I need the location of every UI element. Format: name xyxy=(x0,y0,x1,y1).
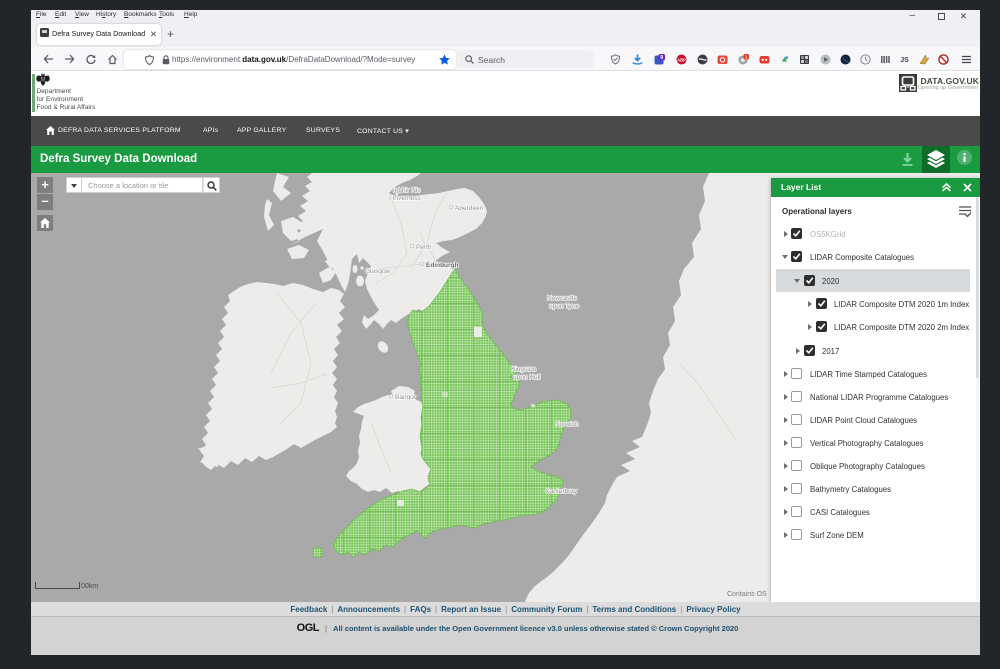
svg-text:JS: JS xyxy=(900,57,909,64)
svg-text:9: 9 xyxy=(660,55,663,61)
svg-text:ABP: ABP xyxy=(677,57,686,62)
svg-text:upon Hull: upon Hull xyxy=(513,374,541,381)
svg-text:Aberdeen: Aberdeen xyxy=(455,205,484,212)
svg-text:Bangor: Bangor xyxy=(395,394,417,401)
svg-text:Kingston: Kingston xyxy=(511,366,537,373)
svg-text:Edinburgh: Edinburgh xyxy=(426,262,459,269)
svg-text:/ Inverness: / Inverness xyxy=(389,195,422,202)
svg-text:Canterbury: Canterbury xyxy=(545,488,578,495)
svg-text:upon Tyne: upon Tyne xyxy=(549,303,580,310)
svg-text:Newcastle: Newcastle xyxy=(547,295,577,302)
svg-text:Perth: Perth xyxy=(416,244,432,251)
svg-text:Glasgow: Glasgow xyxy=(365,268,391,275)
svg-text:Norwich: Norwich xyxy=(555,421,579,428)
